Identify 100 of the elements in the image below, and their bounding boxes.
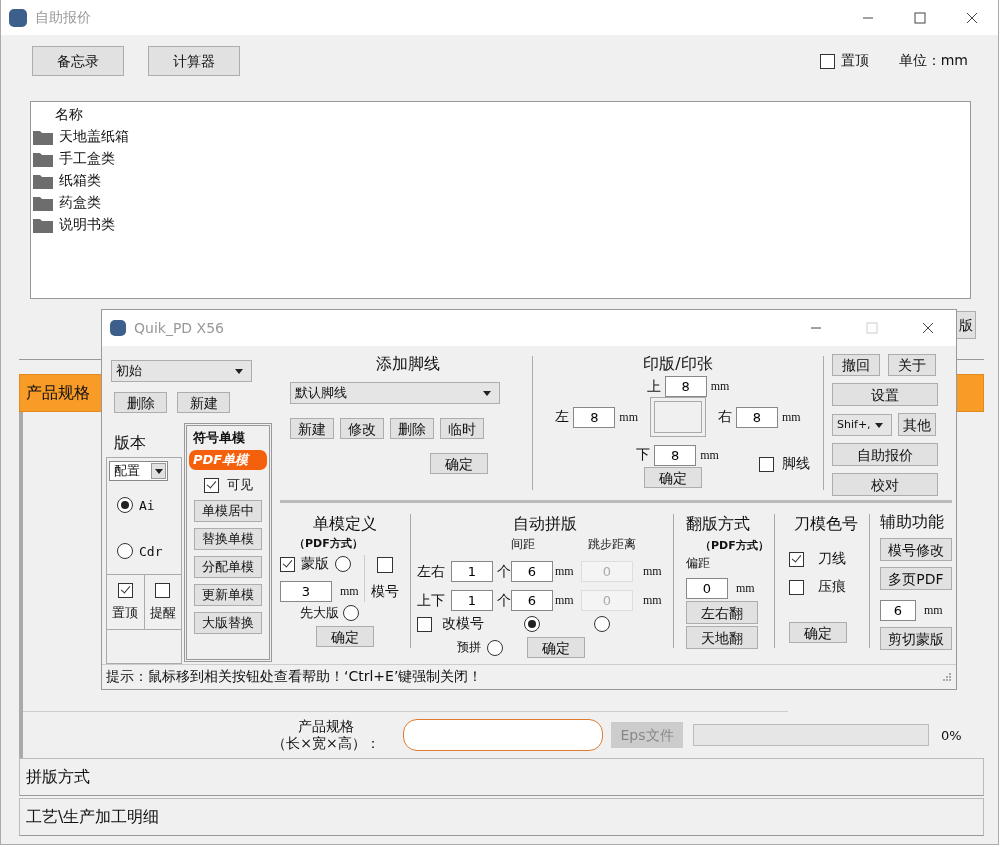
checkbox[interactable]: [819, 53, 835, 69]
checkbox[interactable]: [117, 583, 133, 598]
section-header[interactable]: 拼版方式: [19, 758, 984, 796]
input-field[interactable]: 6: [511, 561, 553, 582]
aux-button[interactable]: 多页PDF: [880, 567, 952, 590]
checkbox[interactable]: [376, 557, 393, 573]
settings-button[interactable]: 设置: [832, 383, 938, 406]
input-field[interactable]: 1: [451, 561, 493, 582]
tree-item[interactable]: 说明书类: [59, 216, 115, 234]
input-field[interactable]: 8: [664, 376, 707, 397]
about-button[interactable]: 关于: [888, 354, 936, 376]
toolbar-button[interactable]: 备忘录: [32, 46, 124, 76]
checkbox[interactable]: [280, 556, 295, 572]
footline-button[interactable]: 临时: [440, 418, 484, 439]
section-title: 翻版方式: [686, 513, 751, 535]
tree-item[interactable]: 纸箱类: [59, 172, 101, 190]
unit-label: 单位：mm: [898, 52, 968, 70]
radio-button[interactable]: [487, 639, 503, 656]
maximize-icon[interactable]: [914, 11, 926, 24]
field-label: 左: [555, 408, 570, 426]
dropdown[interactable]: 默认脚线: [290, 382, 500, 404]
input-field[interactable]: 6: [511, 590, 553, 611]
section-header[interactable]: 工艺\生产加工明细: [19, 798, 984, 836]
footline-button[interactable]: 修改: [340, 418, 384, 439]
row-label: 左右: [417, 562, 446, 581]
confirm-button[interactable]: 确定: [789, 622, 847, 643]
app-icon: [9, 8, 27, 27]
radio-label: Cdr: [139, 543, 163, 559]
dropdown[interactable]: 配置: [109, 461, 168, 481]
confirm-button[interactable]: 确定: [316, 626, 374, 647]
flip-button[interactable]: 天地翻: [686, 626, 758, 649]
radio-button[interactable]: [117, 497, 133, 513]
unit-label: mm: [340, 584, 359, 599]
folder-icon: [33, 195, 53, 211]
confirm-button[interactable]: 确定: [527, 637, 585, 658]
checkbox[interactable]: [155, 583, 171, 598]
caret-icon: [235, 369, 243, 374]
section-title: 单模定义: [312, 513, 378, 535]
section-title: 辅助功能: [880, 512, 945, 532]
flip-button[interactable]: 左右翻: [686, 601, 758, 624]
preset-button[interactable]: 新建: [177, 392, 230, 413]
unit-label: mm: [555, 564, 575, 579]
quote-button[interactable]: 自助报价: [832, 443, 938, 466]
mold-button[interactable]: 大版替换: [194, 612, 262, 634]
mold-button[interactable]: 替换单模: [194, 528, 262, 550]
input-field[interactable]: 8: [573, 406, 616, 428]
radio-button[interactable]: [524, 616, 540, 632]
input-field[interactable]: 3: [280, 581, 332, 602]
radio-button[interactable]: [594, 616, 610, 632]
input-field[interactable]: 1: [451, 590, 493, 611]
app-icon: [110, 320, 126, 336]
close-icon[interactable]: [922, 322, 934, 334]
section-subtitle: （PDF方式）: [293, 536, 364, 551]
window-title: 自助报价: [35, 8, 91, 27]
preset-button[interactable]: 删除: [114, 392, 167, 413]
input-field[interactable]: 0: [686, 578, 728, 599]
radio-button[interactable]: [117, 543, 133, 559]
checkbox[interactable]: [789, 579, 804, 595]
input-field[interactable]: 8: [736, 406, 778, 428]
checkbox[interactable]: [417, 616, 432, 632]
unit-label: mm: [782, 409, 801, 425]
caret-icon: [875, 422, 883, 428]
other-button[interactable]: 其他: [898, 413, 936, 436]
input-field[interactable]: [403, 719, 603, 751]
confirm-button[interactable]: 确定: [430, 453, 488, 474]
checkbox[interactable]: [758, 456, 774, 472]
undo-button[interactable]: 撤回: [832, 354, 880, 376]
unit-label: mm: [555, 593, 575, 608]
status-hint: 提示：鼠标移到相关按钮处查看帮助！‘Ctrl+E’键强制关闭！: [106, 668, 483, 686]
checkbox[interactable]: [203, 477, 219, 493]
mode-tab[interactable]: 符号单模: [191, 428, 265, 448]
confirm-button[interactable]: 确定: [644, 467, 702, 488]
checkbox-label: 刀线: [818, 550, 846, 568]
mold-button[interactable]: 更新单模: [194, 584, 262, 606]
mold-button[interactable]: 单模居中: [194, 500, 262, 522]
footline-button[interactable]: 删除: [390, 418, 434, 439]
tree-item[interactable]: 药盒类: [59, 194, 101, 212]
close-icon[interactable]: [966, 11, 978, 24]
radio-button[interactable]: [343, 605, 359, 621]
shortcut-dropdown[interactable]: Shif+,: [832, 413, 892, 436]
footline-button[interactable]: 新建: [290, 418, 334, 439]
radio-button[interactable]: [335, 556, 351, 572]
input-field[interactable]: 8: [654, 444, 697, 466]
tree-item[interactable]: 天地盖纸箱: [59, 128, 129, 146]
radio-label: 先大版: [300, 604, 339, 622]
tree-item[interactable]: 手工盒类: [59, 150, 115, 168]
mold-button[interactable]: 分配单模: [194, 556, 262, 578]
aux-button[interactable]: 剪切蒙版: [880, 627, 952, 650]
checkbox[interactable]: [789, 551, 804, 567]
section-title: 版本: [114, 433, 147, 454]
input-field[interactable]: 6: [880, 600, 916, 621]
aux-button[interactable]: 模号修改: [880, 538, 952, 561]
proofread-button[interactable]: 校对: [832, 473, 938, 496]
folder-icon: [33, 129, 53, 145]
unit-label: mm: [643, 593, 663, 608]
dropdown[interactable]: 初始: [111, 360, 252, 382]
window-title: Quik_PD X56: [134, 320, 224, 336]
checkbox-label: 置顶: [112, 604, 139, 622]
section-subtitle: （PDF方式）: [699, 538, 770, 553]
toolbar-button[interactable]: 计算器: [148, 46, 240, 76]
